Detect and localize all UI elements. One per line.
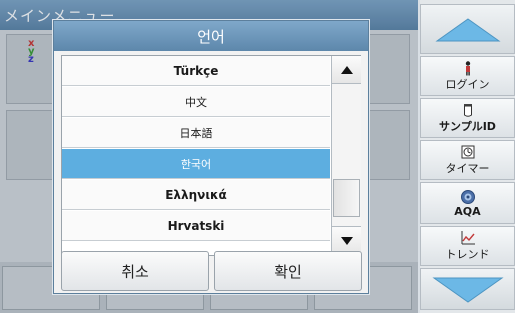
ok-button[interactable]: 확인 bbox=[214, 251, 362, 291]
sample-id-button[interactable]: サンプルID bbox=[420, 98, 515, 138]
scroll-down-button[interactable] bbox=[420, 268, 515, 310]
scrollbar-thumb[interactable] bbox=[333, 179, 360, 217]
dialog-title: 언어 bbox=[197, 28, 225, 46]
list-item[interactable]: Ελληνικά bbox=[62, 180, 330, 210]
aqa-button[interactable]: AQA bbox=[420, 182, 515, 224]
language-list: Türkçe 中文 日本語 한국어 Ελληνικά Hrvatski bbox=[61, 55, 361, 256]
timer-icon bbox=[461, 145, 474, 159]
scroll-up-button[interactable] bbox=[420, 4, 515, 54]
triangle-up-icon bbox=[434, 18, 501, 42]
sample-id-label: サンプルID bbox=[439, 120, 496, 133]
aqa-icon bbox=[460, 189, 475, 204]
trend-button[interactable]: トレンド bbox=[420, 226, 515, 266]
caret-up-icon bbox=[340, 65, 353, 74]
triangle-down-icon bbox=[431, 277, 504, 303]
list-item[interactable]: Hrvatski bbox=[62, 211, 330, 241]
person-icon bbox=[465, 61, 470, 76]
language-dialog: 언어 Türkçe 中文 日本語 한국어 Ελληνικά Hrvatski 취… bbox=[53, 20, 369, 294]
login-button[interactable]: ログイン bbox=[420, 56, 515, 96]
cancel-button[interactable]: 취소 bbox=[61, 251, 209, 291]
list-scroll-up-button[interactable] bbox=[332, 56, 361, 84]
list-scroll-down-button[interactable] bbox=[332, 226, 361, 254]
trend-chart-icon bbox=[461, 231, 475, 245]
right-sidebar: ログイン サンプルID タイマー AQA トレンド bbox=[420, 0, 515, 313]
login-label: ログイン bbox=[445, 78, 490, 91]
timer-button[interactable]: タイマー bbox=[420, 140, 515, 180]
caret-down-icon bbox=[340, 236, 353, 245]
aqa-label: AQA bbox=[454, 204, 481, 218]
dialog-header: 언어 bbox=[54, 21, 368, 51]
list-item-selected[interactable]: 한국어 bbox=[62, 149, 330, 179]
list-item[interactable]: Türkçe bbox=[62, 56, 330, 86]
list-scrollbar[interactable] bbox=[331, 56, 361, 255]
timer-label: タイマー bbox=[445, 162, 490, 175]
list-item[interactable]: 中文 bbox=[62, 87, 330, 117]
trend-label: トレンド bbox=[445, 248, 490, 261]
list-item[interactable]: 日本語 bbox=[62, 118, 330, 148]
sample-vial-icon bbox=[463, 104, 472, 117]
